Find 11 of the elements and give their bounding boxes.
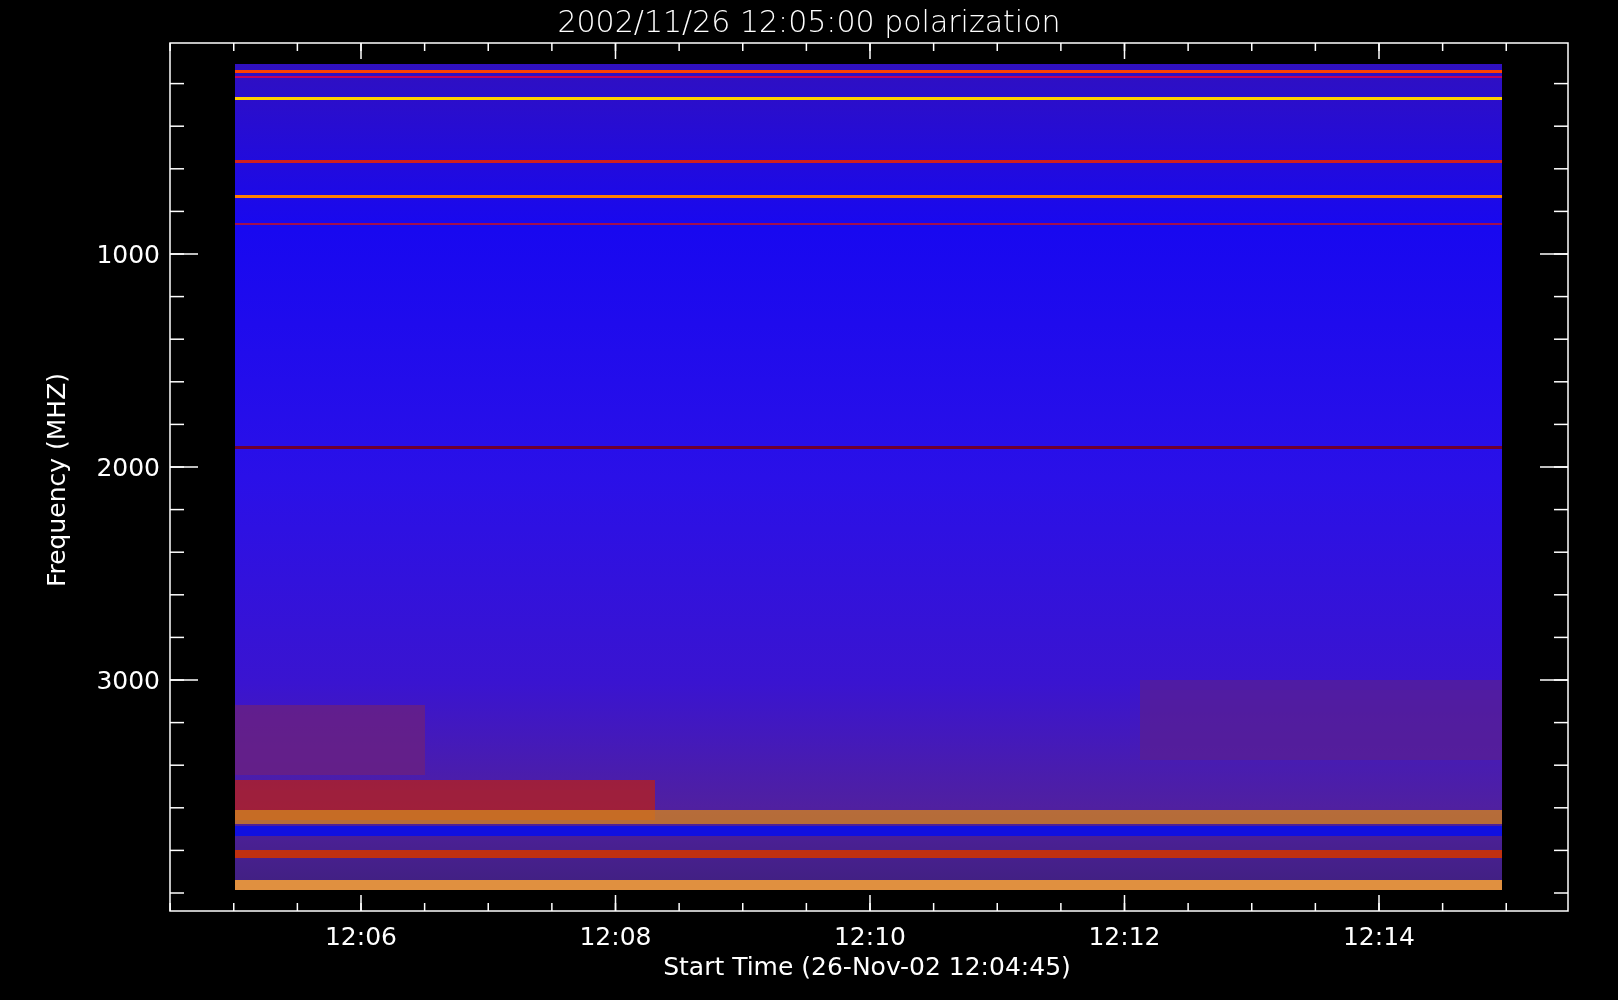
y-tick-label: 3000 (96, 666, 160, 695)
x-tick-label: 12:12 (1088, 922, 1161, 951)
x-tick-label: 12:14 (1343, 922, 1415, 951)
y-tick-label: 1000 (96, 240, 160, 269)
x-tick-label: 12:08 (579, 922, 652, 951)
y-axis-label: Frequency (MHZ) (42, 372, 71, 588)
x-tick-label: 12:06 (325, 922, 397, 951)
x-axis-label: Start Time (26-Nov-02 12:04:45) (663, 952, 1071, 981)
y-tick-label: 2000 (96, 453, 160, 482)
chart-title: 2002/11/26 12:05:00 polarization (557, 4, 1061, 39)
x-tick-label: 12:10 (834, 922, 906, 951)
